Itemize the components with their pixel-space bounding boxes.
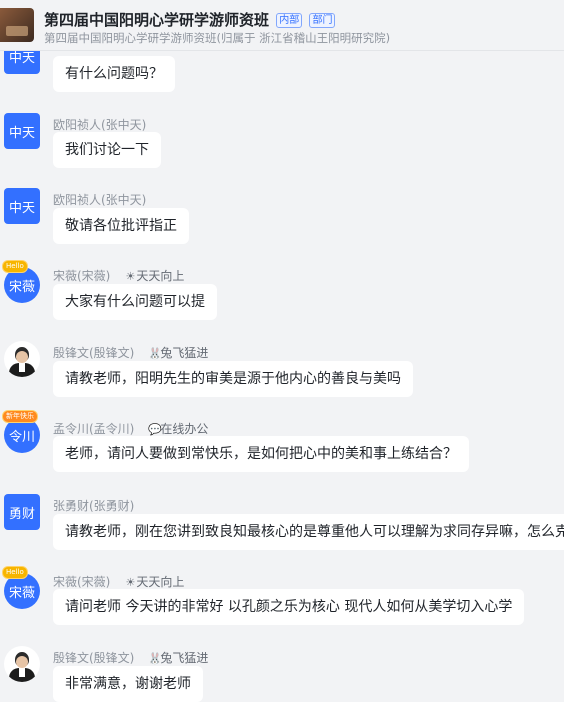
message-bubble[interactable]: 请教老师，刚在您讲到致良知最核心的是尊重他人可以理解为求同存异嘛，怎么克 <box>53 514 564 550</box>
user-status: 在线办公 <box>160 422 209 436</box>
message-bubble[interactable]: 敬请各位批评指正 <box>53 208 189 244</box>
message-bubble[interactable]: 老师，请问人要做到常快乐，是如何把心中的美和事上练结合？ <box>53 436 469 472</box>
avatar-initials: 令川 <box>8 429 35 445</box>
user-status: 天天向上 <box>136 575 185 589</box>
message-bubble[interactable]: 大家有什么问题可以提 <box>53 284 217 320</box>
sender-name-text: 宋薇(宋薇) <box>53 575 111 589</box>
sender-name-text: 殷锋文(殷锋文) <box>53 346 135 360</box>
sender-name[interactable]: 宋薇(宋薇) ☀天天向上 <box>53 573 184 590</box>
sender-name[interactable]: 欧阳祯人(张中天) <box>53 191 146 208</box>
user-avatar[interactable]: 宋薇 Hello <box>2 566 40 609</box>
sun-icon: ☀ <box>125 576 136 589</box>
user-status: 兔飞猛进 <box>160 346 209 360</box>
department-tag: 部门 <box>309 13 336 28</box>
message-bubble[interactable]: 非常满意，谢谢老师 <box>53 666 203 702</box>
avatar-initials: 宋薇 <box>8 585 35 601</box>
avatar-badge: 新年快乐 <box>2 410 38 423</box>
sender-name[interactable]: 殷锋文(殷锋文) 🐰兔飞猛进 <box>53 649 208 666</box>
sender-name[interactable]: 殷锋文(殷锋文) 🐰兔飞猛进 <box>53 344 208 361</box>
sender-name-text: 孟令川(孟令川) <box>53 422 135 436</box>
group-subtitle: 第四届中国阳明心学研学游师资班(归属于 浙江省稽山王阳明研究院) <box>44 31 391 45</box>
user-avatar[interactable] <box>4 646 40 682</box>
user-avatar[interactable]: 中天 <box>4 113 40 149</box>
message-bubble[interactable]: 请问老师 今天讲的非常好 以孔颜之乐为核心 现代人如何从美学切入心学 <box>53 589 525 625</box>
group-title-text: 第四届中国阳明心学研学游师资班 <box>44 11 270 29</box>
user-avatar[interactable] <box>4 341 40 377</box>
rabbit-icon: 🐰 <box>148 347 163 360</box>
user-avatar[interactable]: 中天 <box>4 188 40 224</box>
avatar-initials: 宋薇 <box>8 279 35 295</box>
sender-name-text: 殷锋文(殷锋文) <box>53 651 135 665</box>
sender-name[interactable]: 宋薇(宋薇) ☀天天向上 <box>53 267 184 284</box>
sender-name[interactable]: 张勇财(张勇财) <box>53 497 134 514</box>
user-status: 兔飞猛进 <box>160 651 209 665</box>
user-avatar[interactable]: 令川 新年快乐 <box>2 410 40 453</box>
sun-icon: ☀ <box>125 270 136 283</box>
chat-icon: 💬 <box>148 423 163 436</box>
user-avatar[interactable]: 勇财 <box>4 494 40 530</box>
message-bubble[interactable]: 我们讨论一下 <box>53 132 161 168</box>
user-avatar[interactable]: 宋薇 Hello <box>2 260 40 303</box>
group-avatar[interactable] <box>0 8 34 42</box>
chat-header: 第四届中国阳明心学研学游师资班 内部 部门 第四届中国阳明心学研学游师资班(归属… <box>0 0 564 51</box>
avatar-badge: Hello <box>2 260 28 273</box>
message-bubble[interactable]: 请教老师，阳明先生的审美是源于他内心的善良与美吗 <box>53 361 413 397</box>
user-status: 天天向上 <box>136 269 185 283</box>
rabbit-icon: 🐰 <box>148 652 163 665</box>
sender-name[interactable]: 欧阳祯人(张中天) <box>53 116 146 133</box>
group-title[interactable]: 第四届中国阳明心学研学游师资班 内部 部门 <box>44 9 336 30</box>
internal-tag: 内部 <box>276 13 303 28</box>
avatar-badge: Hello <box>2 566 28 579</box>
message-bubble[interactable]: 有什么问题吗？ <box>53 56 175 92</box>
sender-name[interactable]: 孟令川(孟令川) 💬在线办公 <box>53 420 208 437</box>
sender-name-text: 宋薇(宋薇) <box>53 269 111 283</box>
